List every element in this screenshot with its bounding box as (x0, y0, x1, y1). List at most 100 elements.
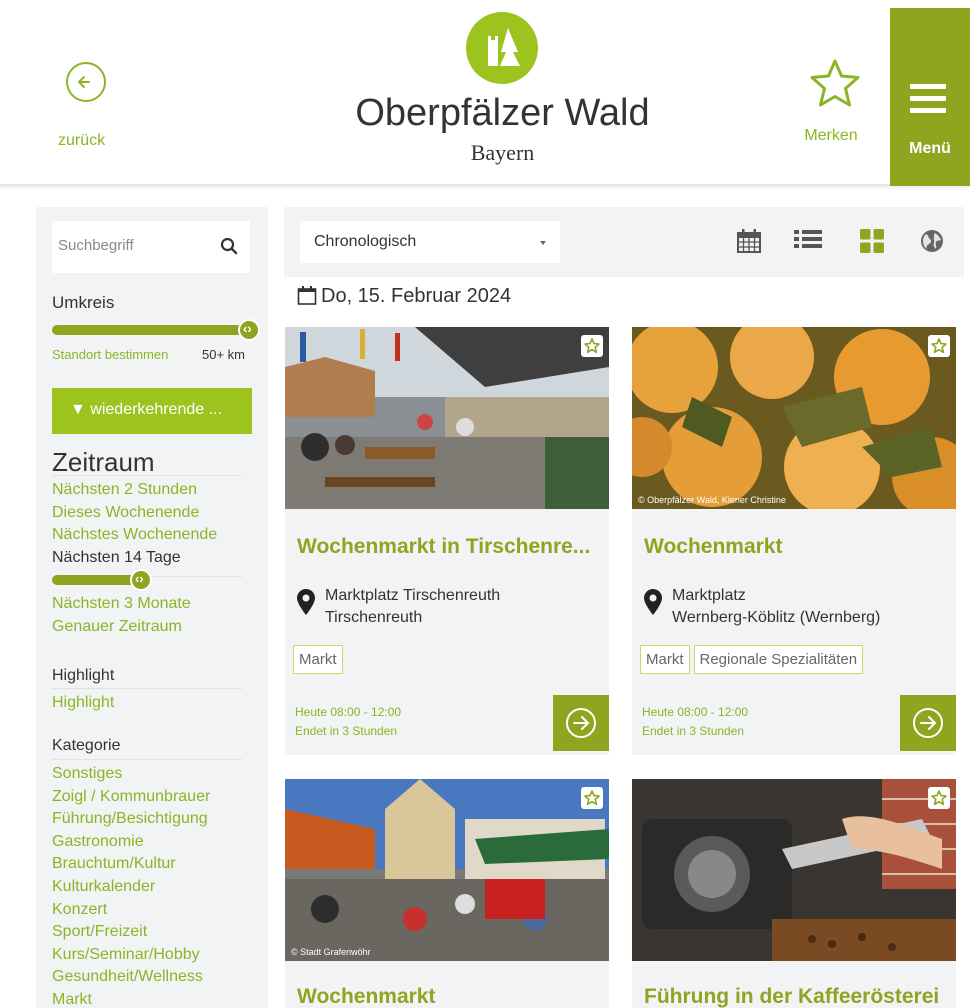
star-icon (931, 790, 947, 806)
event-image[interactable] (632, 779, 956, 961)
date-heading-text: Do, 15. Februar 2024 (321, 285, 512, 307)
filter-button-label: wiederkehrende ... (90, 401, 222, 418)
highlight-item[interactable]: Highlight (52, 692, 262, 715)
kategorie-item[interactable]: Markt (52, 989, 262, 1008)
globe-icon[interactable] (920, 229, 944, 253)
menu-label: Menü (909, 140, 951, 157)
kategorie-item[interactable]: Sport/Freizeit (52, 921, 262, 944)
star-icon (810, 59, 860, 107)
divider (52, 759, 242, 760)
image-credit: © Stadt Grafenwöhr (291, 947, 371, 957)
bookmark-button[interactable]: Merken (796, 58, 866, 145)
radius-slider-track[interactable] (52, 325, 252, 335)
kategorie-heading: Kategorie (52, 737, 121, 754)
favorite-star-button[interactable] (581, 335, 603, 357)
filter-icon: ▼ (70, 401, 86, 418)
event-time: Heute 08:00 - 12:00 Endet in 3 Stunden (642, 703, 748, 741)
event-title[interactable]: Führung in der Kaffeerösterei (644, 985, 944, 1008)
kategorie-item[interactable]: Gastronomie (52, 831, 262, 854)
kategorie-item[interactable]: Brauchtum/Kultur (52, 853, 262, 876)
radius-slider-handle[interactable] (238, 319, 260, 341)
kategorie-item[interactable]: Sonstiges (52, 763, 262, 786)
event-tags: Markt (293, 645, 347, 674)
hamburger-icon (910, 84, 946, 120)
details-button[interactable] (553, 695, 609, 751)
zeitraum-item[interactable]: Nächsten 2 Stunden (52, 479, 262, 502)
merken-label: Merken (804, 127, 858, 144)
event-time: Heute 08:00 - 12:00 Endet in 3 Stunden (295, 703, 401, 741)
sort-select-value: Chronologisch (314, 233, 417, 250)
arrow-right-circle-icon (913, 708, 943, 738)
calendar-icon[interactable] (736, 228, 762, 254)
event-title[interactable]: Wochenmarkt in Tirschenre... (297, 535, 597, 559)
zeitraum-list: Nächsten 2 Stunden Dieses Wochenende Näc… (52, 479, 262, 569)
event-card[interactable]: Wochenmarkt in Tirschenre... Marktplatz … (285, 327, 609, 755)
search-icon[interactable] (220, 237, 238, 255)
date-heading: Do, 15. Februar 2024 (297, 285, 511, 308)
kategorie-item[interactable]: Führung/Besichtigung (52, 808, 262, 831)
locate-link[interactable]: Standort bestimmen (52, 347, 168, 362)
list-icon[interactable] (794, 229, 822, 253)
event-card[interactable]: © Stadt Grafenwöhr Wochenmarkt (285, 779, 609, 1008)
event-card[interactable]: © Oberpfälzer Wald, Kiener Christine Woc… (632, 327, 956, 755)
umkreis-heading: Umkreis (52, 293, 115, 312)
logo-title[interactable]: Oberpfälzer Wald (330, 92, 675, 135)
location-name: Marktplatz (672, 587, 746, 604)
logo-tree-icon[interactable] (466, 12, 538, 84)
zeitraum-item-active[interactable]: Nächsten 14 Tage (52, 547, 262, 570)
event-time-remaining: Endet in 3 Stunden (642, 724, 745, 738)
zeitraum-item[interactable]: Genauer Zeitraum (52, 616, 262, 639)
star-icon (584, 790, 600, 806)
recurring-filter-button[interactable]: ▼ wiederkehrende ... (52, 388, 252, 434)
tag[interactable]: Markt (293, 645, 343, 674)
tag[interactable]: Markt (640, 645, 690, 674)
zeitraum-heading: Zeitraum (52, 447, 155, 477)
location-name: Marktplatz Tirschenreuth (325, 587, 501, 604)
zeitraum-item[interactable]: Dieses Wochenende (52, 502, 262, 525)
calendar-icon (297, 286, 317, 305)
zeitraum-slider-handle[interactable] (130, 569, 152, 591)
details-button[interactable] (900, 695, 956, 751)
arrow-left-circle-icon (66, 62, 106, 102)
star-icon (931, 338, 947, 354)
map-pin-icon (297, 589, 315, 615)
kategorie-item[interactable]: Konzert (52, 899, 262, 922)
event-image[interactable]: © Oberpfälzer Wald, Kiener Christine (632, 327, 956, 509)
image-credit: © Oberpfälzer Wald, Kiener Christine (638, 495, 786, 505)
sort-select[interactable]: Chronologisch (300, 221, 560, 263)
logo-subtitle: Bayern (470, 140, 535, 165)
event-time-range: Heute 08:00 - 12:00 (295, 705, 402, 719)
zeitraum-item[interactable]: Nächstes Wochenende (52, 524, 262, 547)
event-time-remaining: Endet in 3 Stunden (295, 724, 398, 738)
radius-value: 50+ km (202, 347, 245, 362)
event-image[interactable]: © Stadt Grafenwöhr (285, 779, 609, 961)
search-input[interactable] (58, 237, 208, 254)
divider (52, 475, 242, 476)
kategorie-item[interactable]: Gesundheit/Wellness (52, 966, 262, 989)
back-label: zurück (58, 132, 106, 149)
event-card[interactable]: Führung in der Kaffeerösterei (632, 779, 956, 1008)
favorite-star-button[interactable] (928, 787, 950, 809)
map-pin-icon (644, 589, 662, 615)
menu-button[interactable]: Menü (890, 8, 970, 186)
zeitraum-item[interactable]: Nächsten 3 Monate (52, 593, 262, 616)
event-time-range: Heute 08:00 - 12:00 (642, 705, 749, 719)
location-town: Tirschenreuth (325, 609, 423, 626)
filter-sidebar: Umkreis Standort bestimmen 50+ km ▼ wied… (36, 207, 268, 1008)
kategorie-item[interactable]: Kulturkalender (52, 876, 262, 899)
favorite-star-button[interactable] (928, 335, 950, 357)
site-header: zurück Oberpfälzer Wald Bayern Merken Me… (0, 0, 970, 186)
chevron-down-icon (540, 241, 546, 245)
grid-icon[interactable] (860, 229, 884, 253)
kategorie-item[interactable]: Zoigl / Kommunbrauer (52, 786, 262, 809)
kategorie-item[interactable]: Kurs/Seminar/Hobby (52, 944, 262, 967)
divider (52, 688, 242, 689)
arrow-right-circle-icon (566, 708, 596, 738)
event-image[interactable] (285, 327, 609, 509)
tag[interactable]: Regionale Spezialitäten (693, 645, 864, 674)
back-button[interactable]: zurück (58, 62, 138, 149)
favorite-star-button[interactable] (581, 787, 603, 809)
location-town: Wernberg-Köblitz (Wernberg) (672, 609, 881, 626)
event-title[interactable]: Wochenmarkt (644, 535, 944, 559)
event-title[interactable]: Wochenmarkt (297, 985, 597, 1008)
